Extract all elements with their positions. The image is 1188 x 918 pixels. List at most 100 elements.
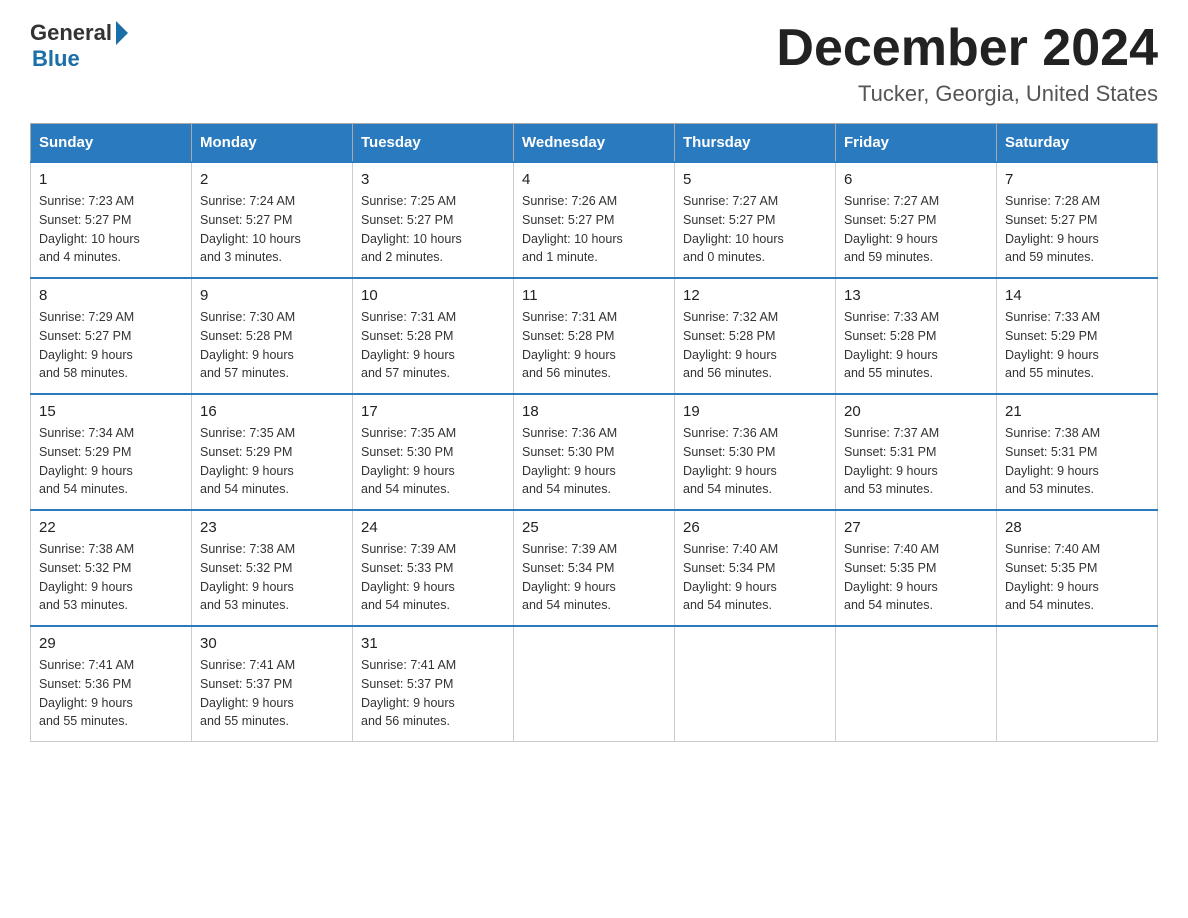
day-number: 5 [683, 171, 827, 188]
title-area: December 2024 Tucker, Georgia, United St… [776, 20, 1158, 107]
calendar-cell: 16 Sunrise: 7:35 AMSunset: 5:29 PMDayligh… [192, 394, 353, 510]
day-info: Sunrise: 7:25 AMSunset: 5:27 PMDaylight:… [361, 192, 505, 267]
calendar-cell: 31 Sunrise: 7:41 AMSunset: 5:37 PMDayligh… [353, 626, 514, 742]
calendar-cell: 2 Sunrise: 7:24 AMSunset: 5:27 PMDaylight… [192, 162, 353, 278]
logo-general-text: General [30, 20, 112, 46]
calendar-cell: 29Sunrise: 7:41 AMSunset: 5:36 PMDayligh… [31, 626, 192, 742]
calendar-cell: 13 Sunrise: 7:33 AMSunset: 5:28 PMDayligh… [836, 278, 997, 394]
day-info: Sunrise: 7:27 AMSunset: 5:27 PMDaylight:… [844, 192, 988, 267]
day-info: Sunrise: 7:31 AMSunset: 5:28 PMDaylight:… [361, 308, 505, 383]
day-number: 16 [200, 403, 344, 420]
day-info: Sunrise: 7:33 AMSunset: 5:29 PMDaylight:… [1005, 308, 1149, 383]
day-number: 20 [844, 403, 988, 420]
header-day-monday: Monday [192, 124, 353, 163]
calendar-cell: 23Sunrise: 7:38 AMSunset: 5:32 PMDayligh… [192, 510, 353, 626]
day-info: Sunrise: 7:28 AMSunset: 5:27 PMDaylight:… [1005, 192, 1149, 267]
day-info: Sunrise: 7:24 AMSunset: 5:27 PMDaylight:… [200, 192, 344, 267]
day-info: Sunrise: 7:41 AMSunset: 5:37 PMDaylight:… [361, 656, 505, 731]
calendar-cell: 24 Sunrise: 7:39 AMSunset: 5:33 PMDayligh… [353, 510, 514, 626]
calendar-cell: 30 Sunrise: 7:41 AMSunset: 5:37 PMDayligh… [192, 626, 353, 742]
header-day-sunday: Sunday [31, 124, 192, 163]
day-number: 11 [522, 287, 666, 304]
calendar-cell [836, 626, 997, 742]
day-info: Sunrise: 7:38 AMSunset: 5:32 PMDaylight:… [39, 540, 183, 615]
day-info: Sunrise: 7:38 AMSunset: 5:31 PMDaylight:… [1005, 424, 1149, 499]
calendar-body: 1Sunrise: 7:23 AMSunset: 5:27 PMDaylight… [31, 162, 1158, 742]
calendar-cell: 11Sunrise: 7:31 AMSunset: 5:28 PMDayligh… [514, 278, 675, 394]
calendar-cell: 10Sunrise: 7:31 AMSunset: 5:28 PMDayligh… [353, 278, 514, 394]
calendar-cell: 5 Sunrise: 7:27 AMSunset: 5:27 PMDaylight… [675, 162, 836, 278]
day-info: Sunrise: 7:38 AMSunset: 5:32 PMDaylight:… [200, 540, 344, 615]
calendar-cell: 27Sunrise: 7:40 AMSunset: 5:35 PMDayligh… [836, 510, 997, 626]
calendar-cell: 4 Sunrise: 7:26 AMSunset: 5:27 PMDaylight… [514, 162, 675, 278]
day-number: 31 [361, 635, 505, 652]
day-info: Sunrise: 7:39 AMSunset: 5:34 PMDaylight:… [522, 540, 666, 615]
header-day-friday: Friday [836, 124, 997, 163]
day-info: Sunrise: 7:35 AMSunset: 5:29 PMDaylight:… [200, 424, 344, 499]
day-number: 13 [844, 287, 988, 304]
calendar-header: SundayMondayTuesdayWednesdayThursdayFrid… [31, 124, 1158, 163]
logo-arrow-icon [116, 21, 128, 45]
calendar-cell [997, 626, 1158, 742]
calendar-cell [675, 626, 836, 742]
day-info: Sunrise: 7:29 AMSunset: 5:27 PMDaylight:… [39, 308, 183, 383]
day-number: 19 [683, 403, 827, 420]
day-info: Sunrise: 7:40 AMSunset: 5:35 PMDaylight:… [1005, 540, 1149, 615]
day-info: Sunrise: 7:23 AMSunset: 5:27 PMDaylight:… [39, 192, 183, 267]
calendar-cell: 8 Sunrise: 7:29 AMSunset: 5:27 PMDaylight… [31, 278, 192, 394]
day-number: 8 [39, 287, 183, 304]
calendar-cell: 6Sunrise: 7:27 AMSunset: 5:27 PMDaylight… [836, 162, 997, 278]
calendar-week-1: 1Sunrise: 7:23 AMSunset: 5:27 PMDaylight… [31, 162, 1158, 278]
day-number: 17 [361, 403, 505, 420]
calendar-cell: 12 Sunrise: 7:32 AMSunset: 5:28 PMDayligh… [675, 278, 836, 394]
day-number: 9 [200, 287, 344, 304]
calendar-cell: 19Sunrise: 7:36 AMSunset: 5:30 PMDayligh… [675, 394, 836, 510]
calendar-week-2: 8 Sunrise: 7:29 AMSunset: 5:27 PMDaylight… [31, 278, 1158, 394]
day-info: Sunrise: 7:40 AMSunset: 5:34 PMDaylight:… [683, 540, 827, 615]
day-number: 29 [39, 635, 183, 652]
day-number: 4 [522, 171, 666, 188]
day-info: Sunrise: 7:41 AMSunset: 5:37 PMDaylight:… [200, 656, 344, 731]
day-number: 3 [361, 171, 505, 188]
calendar-cell: 3 Sunrise: 7:25 AMSunset: 5:27 PMDaylight… [353, 162, 514, 278]
day-number: 24 [361, 519, 505, 536]
logo-blue-text: Blue [32, 46, 80, 72]
day-number: 28 [1005, 519, 1149, 536]
day-info: Sunrise: 7:39 AMSunset: 5:33 PMDaylight:… [361, 540, 505, 615]
day-info: Sunrise: 7:27 AMSunset: 5:27 PMDaylight:… [683, 192, 827, 267]
day-number: 22 [39, 519, 183, 536]
calendar-cell: 1Sunrise: 7:23 AMSunset: 5:27 PMDaylight… [31, 162, 192, 278]
calendar-cell: 9Sunrise: 7:30 AMSunset: 5:28 PMDaylight… [192, 278, 353, 394]
calendar-week-3: 15 Sunrise: 7:34 AMSunset: 5:29 PMDayligh… [31, 394, 1158, 510]
day-info: Sunrise: 7:36 AMSunset: 5:30 PMDaylight:… [522, 424, 666, 499]
day-number: 15 [39, 403, 183, 420]
header-day-wednesday: Wednesday [514, 124, 675, 163]
calendar-cell: 18 Sunrise: 7:36 AMSunset: 5:30 PMDayligh… [514, 394, 675, 510]
day-number: 7 [1005, 171, 1149, 188]
day-info: Sunrise: 7:33 AMSunset: 5:28 PMDaylight:… [844, 308, 988, 383]
header-day-thursday: Thursday [675, 124, 836, 163]
day-info: Sunrise: 7:35 AMSunset: 5:30 PMDaylight:… [361, 424, 505, 499]
calendar-week-5: 29Sunrise: 7:41 AMSunset: 5:36 PMDayligh… [31, 626, 1158, 742]
day-number: 18 [522, 403, 666, 420]
day-number: 2 [200, 171, 344, 188]
calendar-week-4: 22 Sunrise: 7:38 AMSunset: 5:32 PMDayligh… [31, 510, 1158, 626]
day-info: Sunrise: 7:26 AMSunset: 5:27 PMDaylight:… [522, 192, 666, 267]
calendar-cell: 20 Sunrise: 7:37 AMSunset: 5:31 PMDayligh… [836, 394, 997, 510]
calendar-cell: 7 Sunrise: 7:28 AMSunset: 5:27 PMDaylight… [997, 162, 1158, 278]
day-info: Sunrise: 7:34 AMSunset: 5:29 PMDaylight:… [39, 424, 183, 499]
logo-top: General [30, 20, 128, 46]
calendar-cell [514, 626, 675, 742]
day-info: Sunrise: 7:37 AMSunset: 5:31 PMDaylight:… [844, 424, 988, 499]
calendar-table: SundayMondayTuesdayWednesdayThursdayFrid… [30, 123, 1158, 742]
calendar-cell: 26Sunrise: 7:40 AMSunset: 5:34 PMDayligh… [675, 510, 836, 626]
page-header: General Blue December 2024 Tucker, Georg… [30, 20, 1158, 107]
month-title: December 2024 [776, 20, 1158, 77]
calendar-cell: 25 Sunrise: 7:39 AMSunset: 5:34 PMDayligh… [514, 510, 675, 626]
day-info: Sunrise: 7:40 AMSunset: 5:35 PMDaylight:… [844, 540, 988, 615]
day-info: Sunrise: 7:32 AMSunset: 5:28 PMDaylight:… [683, 308, 827, 383]
day-number: 30 [200, 635, 344, 652]
day-number: 25 [522, 519, 666, 536]
day-number: 12 [683, 287, 827, 304]
logo: General Blue [30, 20, 128, 72]
